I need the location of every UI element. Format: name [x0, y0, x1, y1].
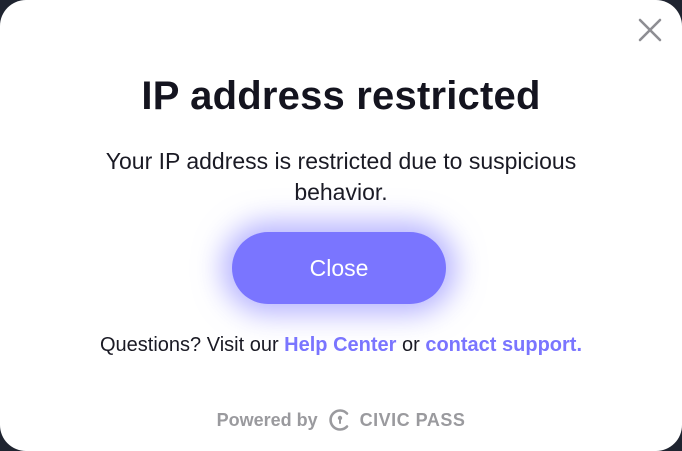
close-icon[interactable]: [636, 16, 664, 44]
dialog-message: Your IP address is restricted due to sus…: [105, 148, 577, 205]
help-center-link[interactable]: Help Center: [284, 334, 396, 356]
or-text: or: [401, 334, 420, 356]
contact-support-link[interactable]: contact support.: [425, 334, 582, 356]
civic-pass-logo-icon: [328, 409, 348, 431]
close-button[interactable]: Close: [232, 232, 446, 304]
powered-by: Powered by CIVIC PASS: [0, 406, 682, 434]
civic-pass-brand: CIVIC PASS: [359, 409, 466, 430]
dialog-title: IP address restricted: [141, 74, 541, 118]
ip-restricted-dialog: IP address restricted Your IP address is…: [0, 0, 682, 451]
help-text: Questions? Visit our Help Center or cont…: [0, 332, 682, 358]
powered-by-label: Powered by: [216, 409, 318, 430]
help-prefix: Questions? Visit our: [99, 334, 279, 356]
